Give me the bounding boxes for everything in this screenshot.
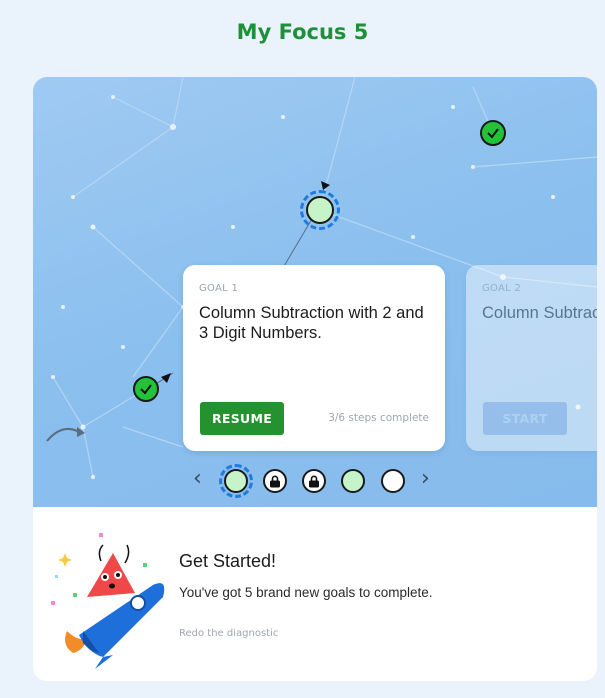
pager-dot-empty[interactable]	[381, 469, 405, 493]
pager-dot-fill	[224, 469, 248, 493]
completed-goal-node[interactable]	[133, 376, 159, 402]
chevron-right-icon[interactable]: ›	[421, 466, 430, 491]
goal-title: Column Subtraction with 2 and 3 Digit Nu…	[482, 304, 597, 322]
get-started-section: Get Started! You've got 5 brand new goal…	[33, 507, 597, 681]
goal-pager: ‹ ›	[193, 464, 443, 498]
lock-icon	[309, 475, 319, 487]
current-goal-node-fill	[306, 196, 334, 224]
goal-card-2[interactable]: GOAL 2 Column Subtraction with 2 and 3 D…	[466, 265, 597, 451]
pager-dot-locked[interactable]	[302, 469, 326, 493]
goal-label: GOAL 1	[199, 283, 239, 294]
current-goal-node[interactable]	[300, 190, 340, 230]
rocket-mascot-illustration	[51, 533, 165, 669]
pager-dot-locked[interactable]	[263, 469, 287, 493]
check-icon	[140, 384, 152, 395]
goal-title: Column Subtraction with 2 and 3 Digit Nu…	[199, 304, 424, 342]
goal-label: GOAL 2	[482, 283, 522, 294]
check-icon	[487, 128, 499, 139]
resume-button[interactable]: RESUME	[200, 402, 284, 435]
goal-card-1[interactable]: GOAL 1 Column Subtraction with 2 and 3 D…	[183, 265, 445, 451]
completed-goal-node[interactable]	[480, 120, 506, 146]
chevron-left-icon[interactable]: ‹	[193, 466, 202, 491]
get-started-subtitle: You've got 5 brand new goals to complete…	[179, 585, 433, 600]
pager-dot-current[interactable]	[219, 464, 253, 498]
lock-icon	[270, 475, 280, 487]
pager-dot-available[interactable]	[341, 469, 365, 493]
get-started-title: Get Started!	[179, 551, 277, 571]
goal-progress: 3/6 steps complete	[328, 412, 429, 424]
page-title: My Focus 5	[236, 20, 369, 44]
start-button[interactable]: START	[483, 402, 567, 435]
goal-map: GOAL 1 Column Subtraction with 2 and 3 D…	[33, 77, 597, 507]
focus-panel: GOAL 1 Column Subtraction with 2 and 3 D…	[33, 77, 597, 681]
redo-diagnostic-link[interactable]: Redo the diagnostic	[179, 628, 278, 639]
